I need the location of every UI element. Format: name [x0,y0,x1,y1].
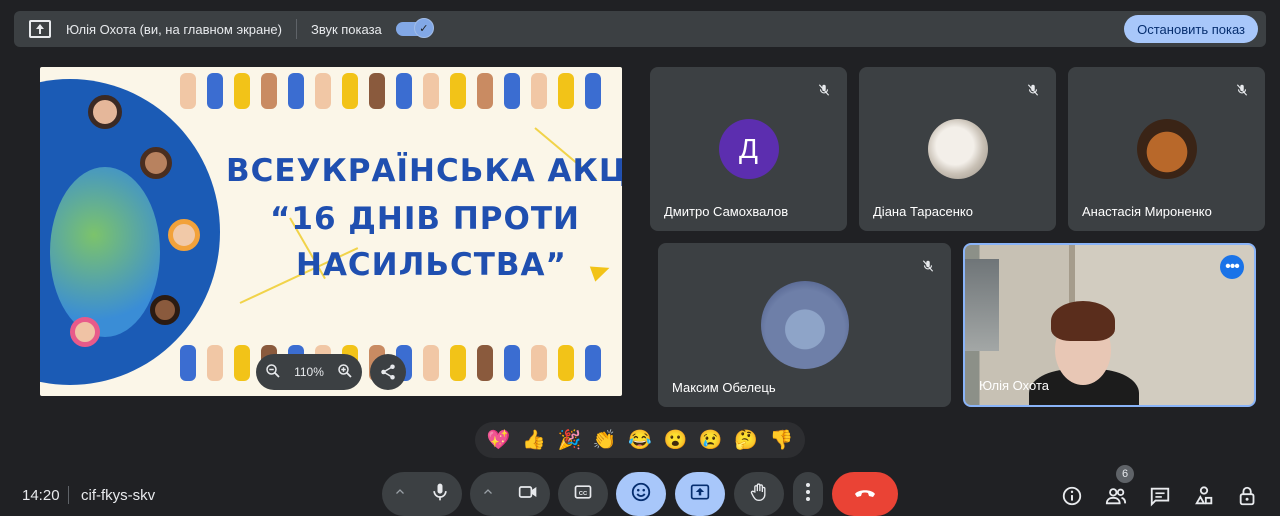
more-options-icon[interactable]: ••• [1220,255,1244,279]
leave-call-button[interactable] [832,472,898,516]
avatar [927,119,988,179]
slide-top-hands [180,73,601,117]
reaction-thumbs-up[interactable]: 👍 [522,428,546,452]
svg-text:CC: CC [579,490,588,496]
mic-off-icon [1022,79,1044,101]
slide-title-line-2: “16 ДНІВ ПРОТИ [270,201,580,237]
mic-icon[interactable] [430,482,450,507]
more-options-button[interactable] [793,472,823,516]
sound-toggle[interactable]: ✓ [395,18,434,38]
avatar [760,281,849,369]
slide-title-line-3: НАСИЛЬСТВА” [296,247,567,283]
participant-tile[interactable]: Діана Тарасенко [859,67,1056,231]
present-to-all-icon [29,20,51,38]
video-window [965,259,999,351]
reaction-surprised[interactable]: 😮 [663,428,687,452]
reaction-thumbs-down[interactable]: 👎 [769,428,793,452]
participant-name: Діана Тарасенко [873,204,973,219]
mic-control[interactable] [382,472,462,516]
meeting-code[interactable]: cif-fkys-skv [81,487,155,504]
reactions-bar: 💖 👍 🎉 👏 😂 😮 😢 🤔 👎 [475,422,805,458]
activities-icon[interactable] [1192,484,1216,508]
camera-control[interactable] [470,472,550,516]
emoji-button[interactable] [616,472,666,516]
mic-off-icon [917,255,939,277]
participant-name: Дмитро Самохвалов [664,204,789,219]
participant-tile[interactable]: Анастасія Мироненко [1068,67,1265,231]
zoom-out-icon[interactable] [264,362,282,383]
reaction-heart[interactable]: 💖 [487,428,511,452]
videocam-icon[interactable] [517,482,539,507]
zoom-level: 110% [294,365,324,379]
video-person-hair [1051,301,1115,341]
captions-button[interactable]: CC [558,472,608,516]
chevron-up-icon[interactable] [482,485,494,503]
zoom-in-icon[interactable] [336,362,354,383]
more-vert-icon [805,482,811,507]
participant-name: Юлія Охота [979,378,1049,393]
closed-caption-icon: CC [572,482,594,507]
zoom-controls: 110% [256,354,362,390]
slide-child-figure [168,219,200,251]
divider [68,486,69,504]
present-icon [689,482,711,507]
slide-child-figure [140,147,172,179]
presentation-slide: ВСЕУКРАЇНСЬКА АКЦІЯ “16 ДНІВ ПРОТИ НАСИЛ… [40,67,622,396]
participant-count-badge: 6 [1116,465,1134,483]
slide-child-figure [150,295,180,325]
mic-off-icon [813,79,835,101]
check-icon: ✓ [413,18,434,38]
avatar: Д [718,119,779,179]
chat-icon[interactable] [1148,484,1172,508]
info-icon[interactable] [1060,484,1084,508]
slide-child-figure [70,317,100,347]
participant-tile[interactable]: Д Дмитро Самохвалов [650,67,847,231]
chevron-up-icon[interactable] [394,485,406,503]
slide-globe-image [50,167,160,337]
reaction-sad[interactable]: 😢 [699,428,723,452]
divider [296,19,297,39]
reaction-clap[interactable]: 👏 [593,428,617,452]
share-icon[interactable] [370,354,406,390]
present-now-button[interactable] [675,472,725,516]
raise-hand-button[interactable] [734,472,784,516]
emoji-icon [630,481,652,508]
avatar [1136,119,1197,179]
reaction-laugh[interactable]: 😂 [628,428,652,452]
stop-presenting-button[interactable]: Остановить показ [1124,15,1258,43]
call-end-icon [853,485,877,503]
participant-name: Анастасія Мироненко [1082,204,1212,219]
sound-label: Звук показа [311,21,382,37]
reaction-thinking[interactable]: 🤔 [734,428,758,452]
people-icon[interactable] [1104,484,1128,508]
slide-decor-triangle [589,260,613,282]
slide-title-line-1: ВСЕУКРАЇНСЬКА АКЦІЯ [226,153,622,189]
presenting-bar: Юлія Охота (ви, на главном экране) Звук … [14,11,1266,47]
slide-child-figure [88,95,122,129]
presenter-label: Юлія Охота (ви, на главном экране) [66,21,282,37]
mic-off-icon [1231,79,1253,101]
participant-tile[interactable]: Максим Обелець [658,243,951,407]
self-video-tile[interactable]: ••• Юлія Охота [963,243,1256,407]
raise-hand-icon [749,481,769,508]
meeting-time: 14:20 [22,487,60,504]
reaction-party[interactable]: 🎉 [557,428,581,452]
participant-name: Максим Обелець [672,380,776,395]
host-controls-icon[interactable] [1236,484,1260,508]
